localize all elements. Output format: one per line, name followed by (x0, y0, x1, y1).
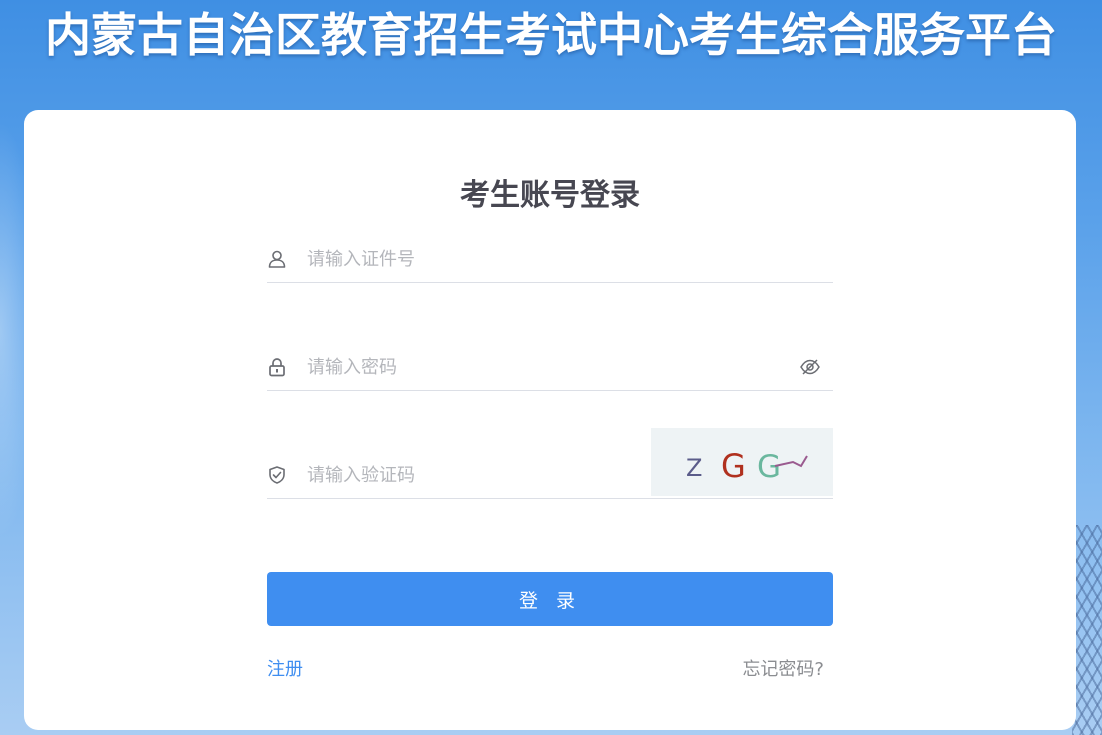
login-title: 考生账号登录 (460, 178, 640, 213)
captcha-char: G (721, 447, 746, 485)
login-card: 考生账号登录 请输入证件号 请输入验证码 Z G G 登 录 注册 忘记密码? (24, 110, 1076, 730)
captcha-char: Z (686, 454, 702, 482)
register-link[interactable]: 注册 (267, 655, 303, 681)
id-number-field (267, 236, 833, 283)
lock-icon (267, 357, 287, 377)
eye-off-icon[interactable] (799, 356, 821, 378)
user-icon (267, 249, 287, 269)
site-title: 内蒙古自治区教育招生考试中心考生综合服务平台 (45, 8, 1057, 62)
login-button[interactable]: 登 录 (267, 572, 833, 626)
password-input[interactable] (307, 344, 777, 390)
password-field (267, 344, 833, 391)
captcha-image[interactable]: Z G G (651, 428, 833, 496)
forgot-password-link[interactable]: 忘记密码? (742, 655, 824, 681)
shield-check-icon (267, 465, 287, 485)
id-number-input[interactable] (307, 236, 777, 282)
background-structure (1072, 525, 1102, 735)
captcha-char: G (757, 449, 781, 485)
